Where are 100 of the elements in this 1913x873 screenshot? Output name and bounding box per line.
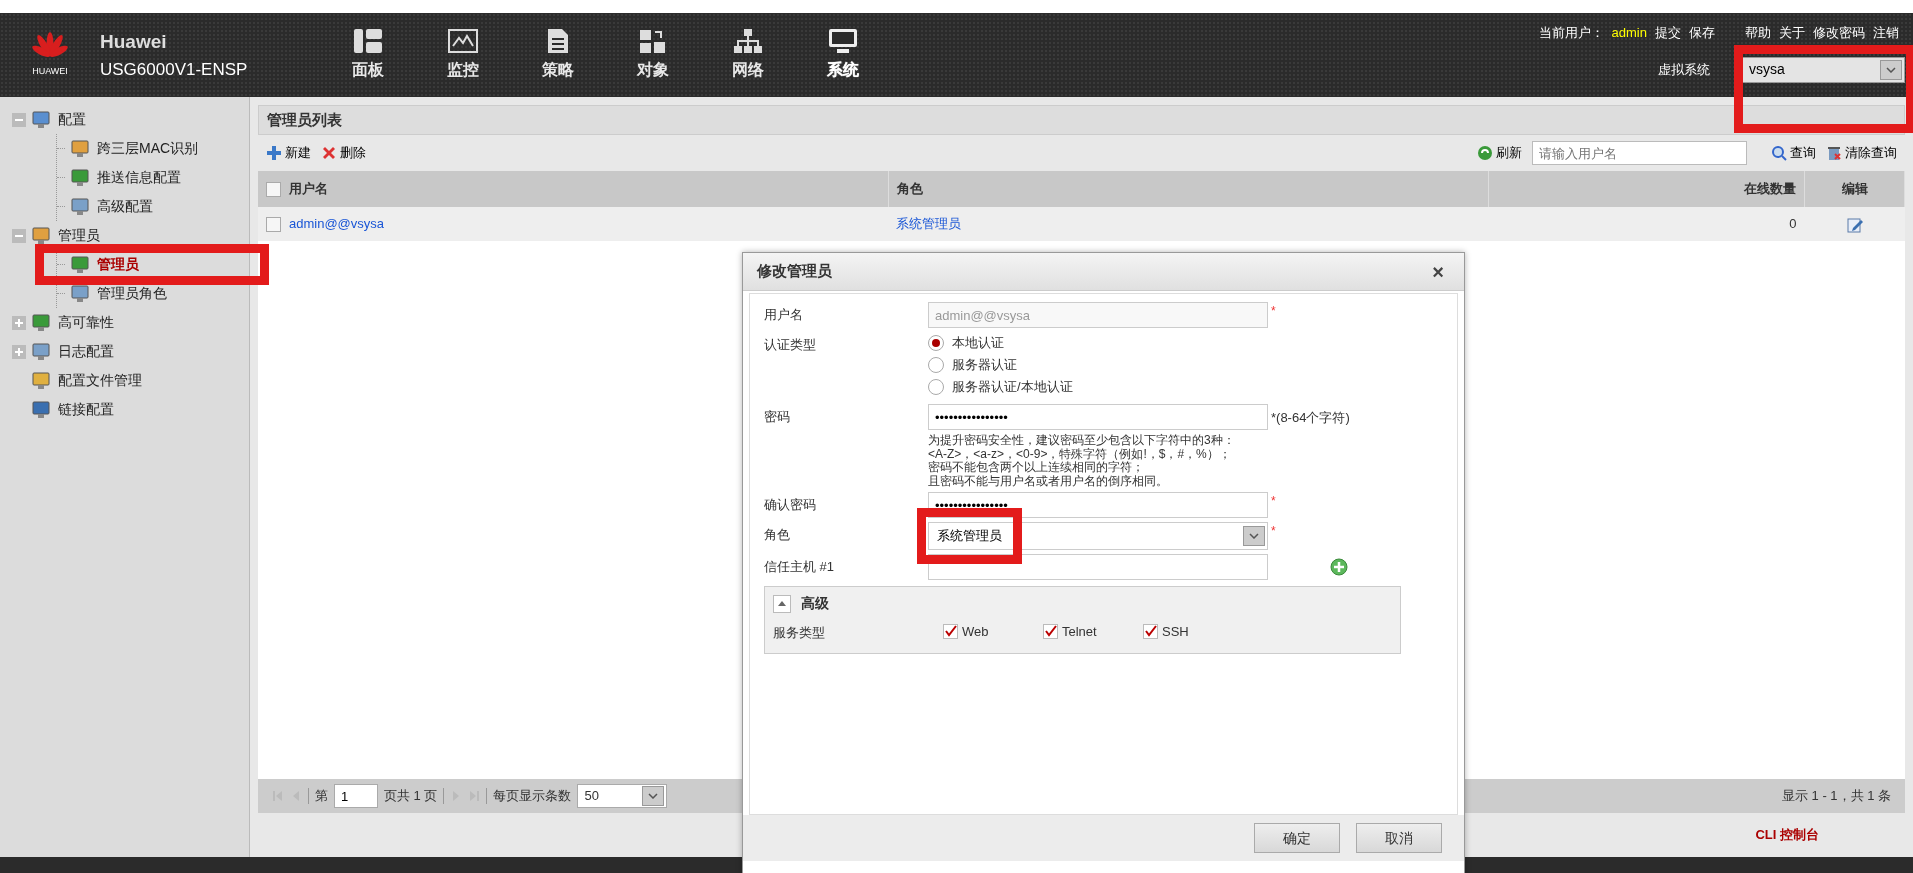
nav-tab[interactable]: 对象 bbox=[605, 13, 700, 97]
search-field[interactable]: 请输入用户名 bbox=[1532, 141, 1747, 165]
radio-label: 本地认证 bbox=[952, 334, 1004, 353]
page-field[interactable]: 1 bbox=[334, 784, 378, 808]
vsys-label: 虚拟系统 bbox=[1658, 60, 1710, 79]
monitor-icon bbox=[827, 28, 858, 54]
objects-icon bbox=[637, 28, 668, 54]
nav-tab[interactable]: 策略 bbox=[510, 13, 605, 97]
tree-node-icon bbox=[71, 284, 91, 303]
vsys-select[interactable]: vsysa bbox=[1740, 56, 1905, 83]
role-link[interactable]: 系统管理员 bbox=[896, 216, 961, 232]
caret-icon bbox=[648, 793, 659, 799]
pager-label: 第 bbox=[315, 787, 328, 806]
tree-node-icon bbox=[32, 342, 52, 361]
nav-tab[interactable]: 面板 bbox=[320, 13, 415, 97]
sidebar-item[interactable]: 配置 bbox=[12, 105, 249, 134]
field-label: 信任主机 #1 bbox=[764, 558, 836, 576]
nav-tab[interactable]: 监控 bbox=[415, 13, 510, 97]
radio-button[interactable] bbox=[928, 379, 944, 395]
header-link[interactable]: 保存 bbox=[1689, 23, 1715, 43]
plus-icon bbox=[266, 145, 282, 161]
delete-icon bbox=[321, 145, 337, 161]
password-rules: 为提升密码安全性，建议密码至少包含以下字符中的3种： <A-Z>，<a-z>，<0-9>，特殊字符（例如!，$，#，%）； 密码不能包含两个以上连续相同的字符； 且密码不能与用户名或者用户名的倒序相同。 bbox=[928, 434, 1236, 488]
cli-console-button[interactable]: CLI 控制台 bbox=[1749, 824, 1825, 846]
sidebar-item[interactable]: 推送信息配置 bbox=[57, 163, 249, 192]
query-button[interactable]: 查询 bbox=[1771, 143, 1816, 163]
sidebar-item[interactable]: 高可靠性 bbox=[12, 308, 249, 337]
checkbox[interactable] bbox=[943, 623, 958, 639]
network-icon bbox=[732, 28, 763, 54]
tree-node-icon bbox=[71, 197, 91, 216]
table-cell: 0 bbox=[1789, 216, 1797, 232]
toolbar-button[interactable]: 删除 bbox=[321, 143, 366, 163]
field-label: 认证类型 bbox=[764, 336, 817, 354]
field-label: 角色 bbox=[764, 526, 791, 544]
sidebar-item[interactable]: 链接配置 bbox=[12, 395, 249, 424]
refresh-button[interactable]: 刷新 bbox=[1477, 143, 1522, 163]
column-header: 角色 bbox=[896, 181, 923, 197]
checkbox-label: Web bbox=[962, 622, 989, 641]
tree-node-icon bbox=[32, 313, 52, 332]
section-title: 高级 bbox=[801, 594, 829, 613]
model-name: USG6000V1-ENSP bbox=[100, 58, 249, 81]
dashboard-icon bbox=[352, 28, 383, 54]
field-label: 服务类型 bbox=[773, 624, 826, 642]
radio-label: 服务器认证 bbox=[952, 356, 1017, 375]
checkbox[interactable] bbox=[1043, 623, 1058, 639]
dialog-button[interactable]: 取消 bbox=[1356, 823, 1442, 853]
check-icon bbox=[1144, 625, 1157, 638]
panel-title: 管理员列表 bbox=[258, 105, 1905, 135]
caret-icon bbox=[1249, 533, 1259, 539]
user-label: 当前用户： bbox=[1538, 24, 1604, 42]
sidebar-item[interactable]: 配置文件管理 bbox=[12, 366, 249, 395]
column-header: 编辑 bbox=[1841, 181, 1868, 197]
close-button[interactable]: × bbox=[1426, 255, 1450, 288]
pager-label: 页共 1 页 bbox=[384, 787, 438, 806]
column-header: 在线数量 bbox=[1744, 181, 1796, 197]
select-all-checkbox[interactable] bbox=[266, 181, 281, 197]
tree-node-icon bbox=[71, 139, 91, 158]
sidebar-item[interactable]: 管理员角色 bbox=[57, 279, 249, 308]
header-link[interactable]: 修改密码 bbox=[1813, 23, 1865, 43]
pager-label: 每页显示条数 bbox=[493, 787, 572, 806]
role-select[interactable]: 系统管理员 bbox=[928, 522, 1268, 550]
toolbar-button[interactable]: 新建 bbox=[266, 143, 311, 163]
field-label: 确认密码 bbox=[764, 496, 817, 514]
nav-tab[interactable]: 系统 bbox=[795, 13, 890, 97]
tree-node-icon bbox=[32, 110, 52, 129]
checkbox-label: SSH bbox=[1162, 622, 1189, 641]
field-label: 用户名 bbox=[764, 306, 804, 324]
page-size-select[interactable]: 50 bbox=[577, 784, 668, 808]
sidebar-item[interactable]: 高级配置 bbox=[57, 192, 249, 221]
username-link[interactable]: admin@@vsysa bbox=[289, 214, 385, 234]
sidebar-item[interactable]: 管理员 bbox=[57, 250, 249, 279]
field-label: 密码 bbox=[764, 408, 791, 426]
dialog-button[interactable]: 确定 bbox=[1254, 823, 1340, 853]
header-link[interactable]: 注销 bbox=[1873, 23, 1899, 43]
edit-icon[interactable] bbox=[1845, 215, 1864, 234]
clear-query-button[interactable]: 清除查询 bbox=[1826, 143, 1897, 163]
tree-node-icon bbox=[32, 400, 52, 419]
tree-node-icon bbox=[32, 226, 52, 245]
radio-button[interactable] bbox=[928, 357, 944, 373]
collapse-icon bbox=[777, 600, 787, 607]
header-link[interactable]: 帮助 bbox=[1745, 23, 1771, 43]
sidebar-item[interactable]: 跨三层MAC识别 bbox=[57, 134, 249, 163]
password-hint: *(8-64个字符) bbox=[1270, 409, 1350, 427]
trusted-host-field[interactable] bbox=[928, 554, 1268, 580]
sidebar-item[interactable]: 日志配置 bbox=[12, 337, 249, 366]
header-link[interactable]: 关于 bbox=[1779, 23, 1805, 43]
sidebar-item[interactable]: 管理员 bbox=[12, 221, 249, 250]
row-checkbox[interactable] bbox=[266, 216, 281, 232]
header-link[interactable]: 提交 bbox=[1655, 23, 1681, 43]
nav-tab[interactable]: 网络 bbox=[700, 13, 795, 97]
radio-button[interactable] bbox=[928, 335, 944, 351]
checkbox-label: Telnet bbox=[1062, 622, 1097, 641]
collapse-toggle[interactable] bbox=[773, 594, 791, 613]
password-field[interactable]: •••••••••••••••• bbox=[928, 404, 1268, 430]
add-icon[interactable] bbox=[1330, 558, 1348, 576]
check-icon bbox=[1044, 625, 1057, 638]
checkbox[interactable] bbox=[1143, 623, 1158, 639]
trash-icon bbox=[1826, 145, 1842, 161]
current-user: admin bbox=[1611, 24, 1647, 42]
dialog-title: 修改管理员 bbox=[757, 261, 832, 282]
